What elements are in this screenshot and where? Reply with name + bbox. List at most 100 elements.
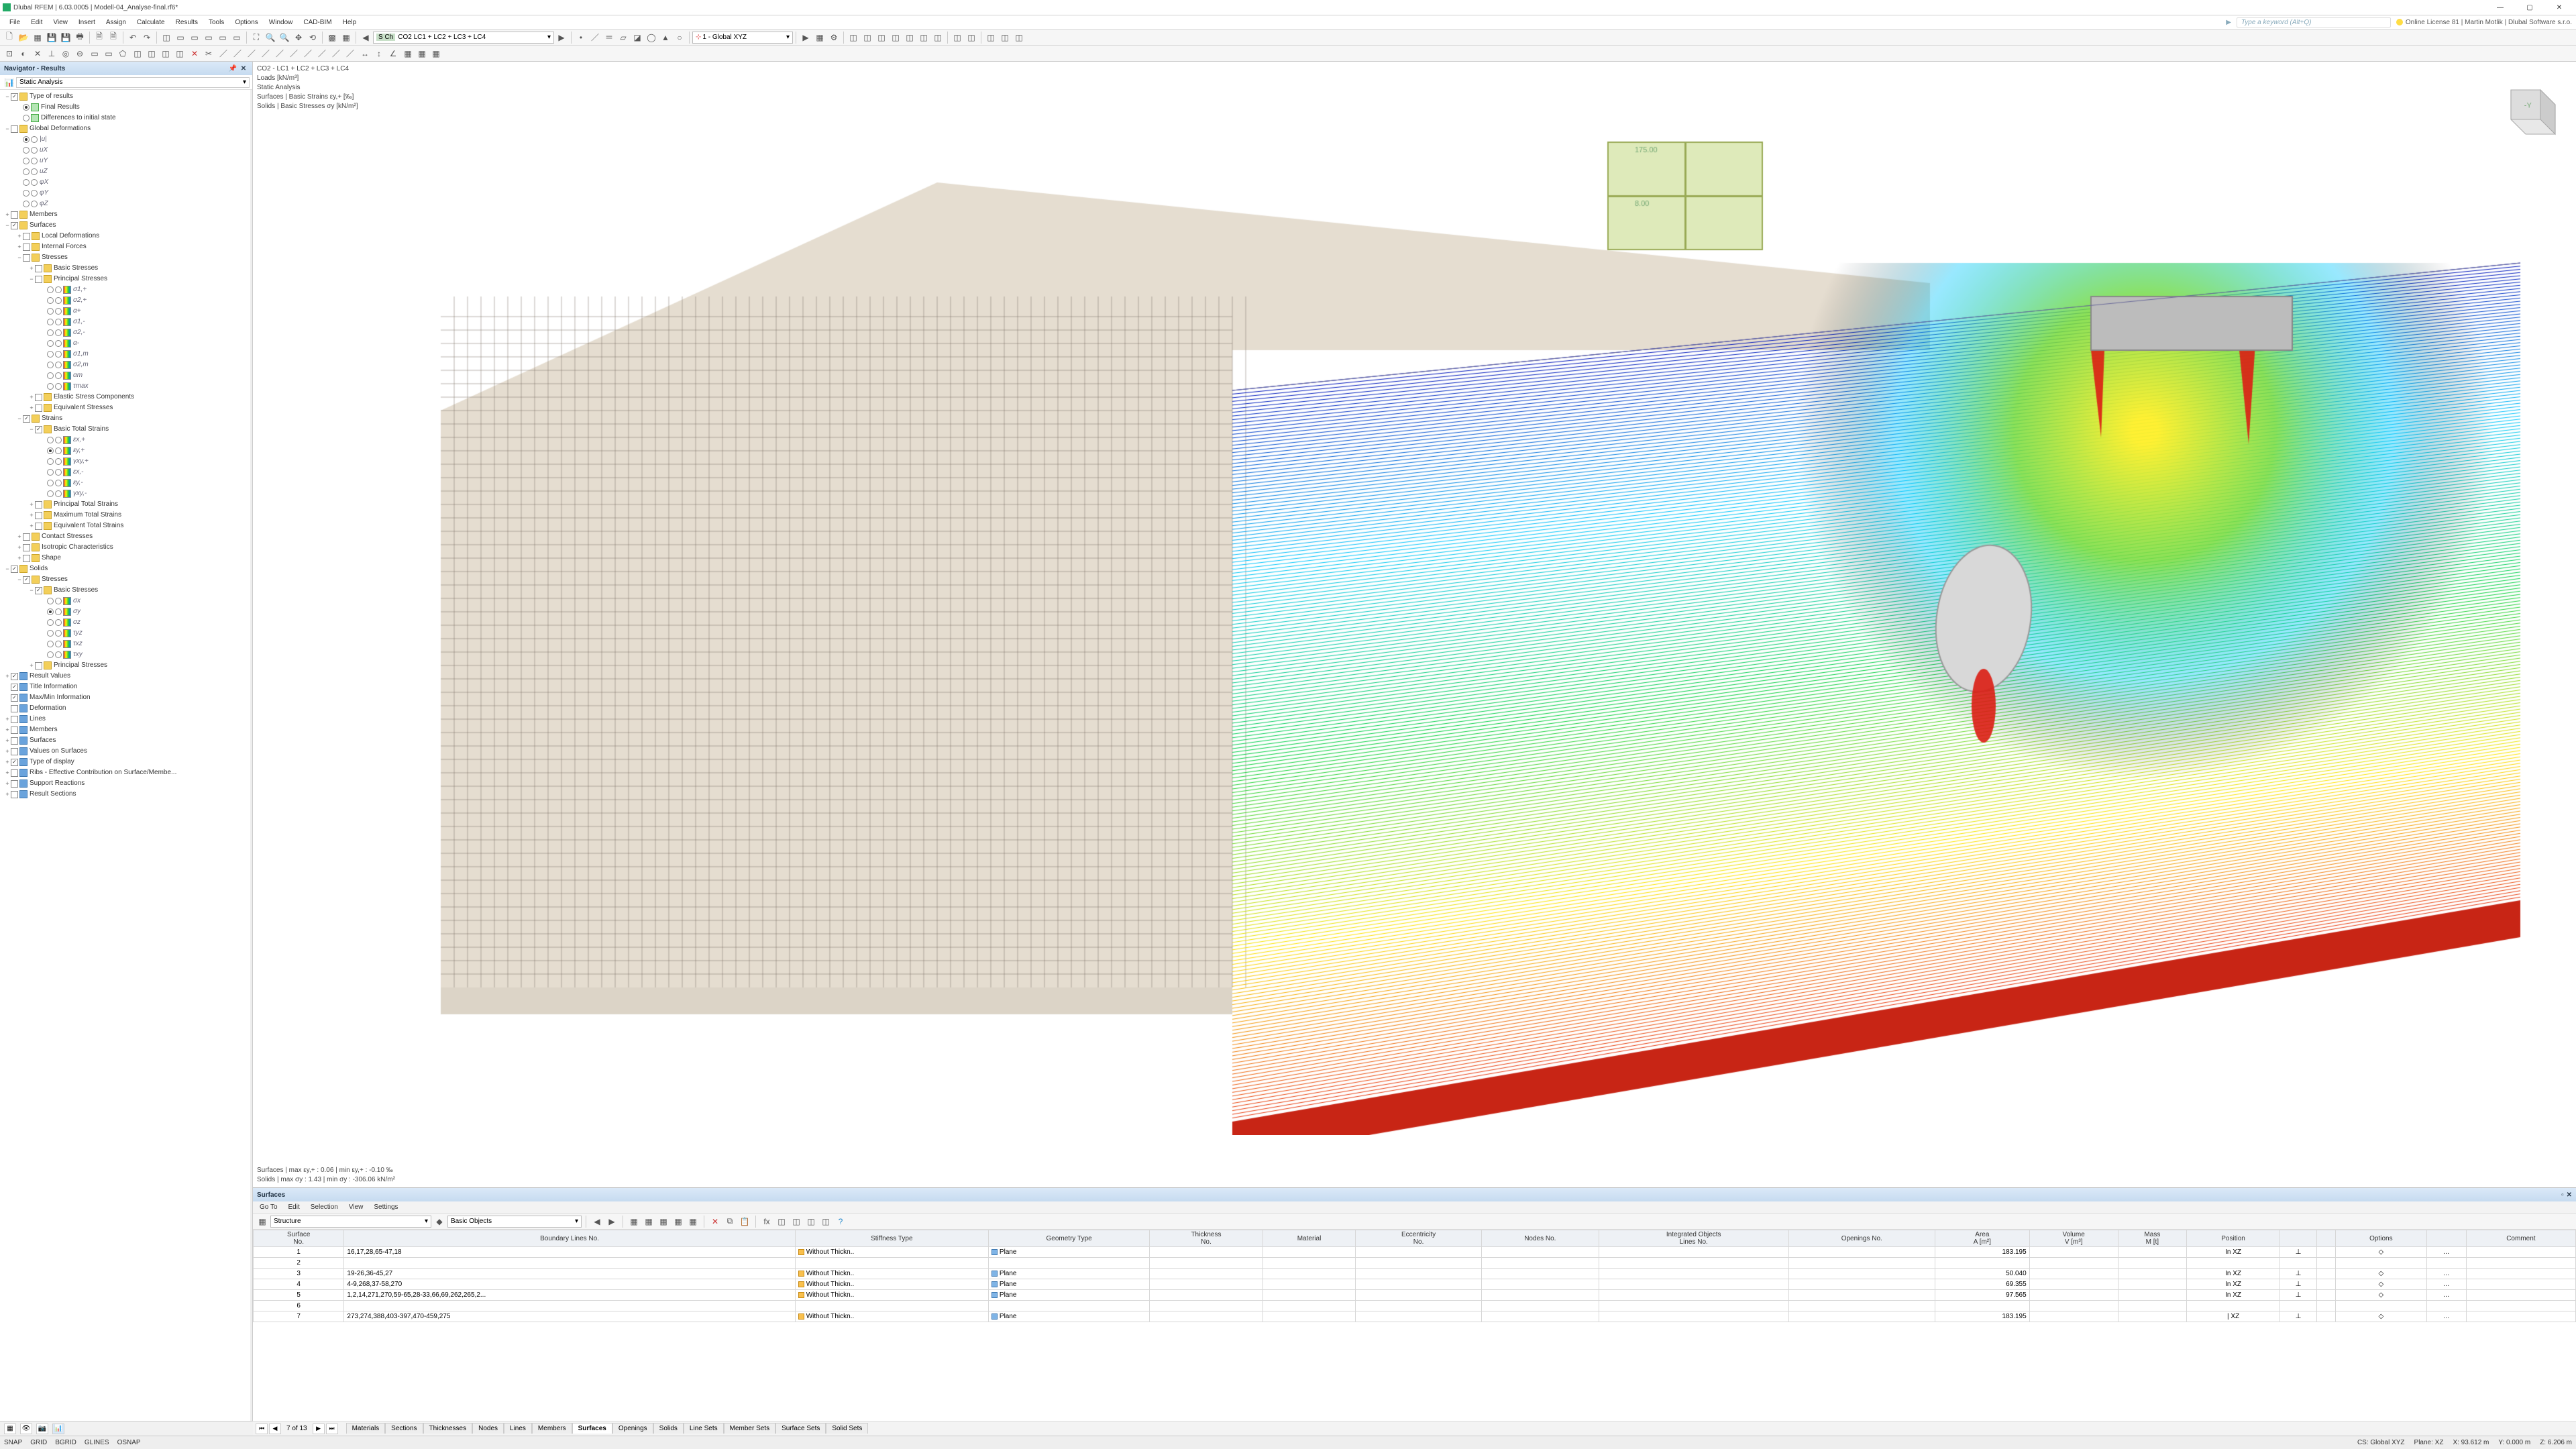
cell[interactable] (344, 1258, 795, 1269)
tree-twisty[interactable]: + (16, 532, 23, 541)
tree-radio[interactable] (23, 168, 30, 175)
pt-i-icon[interactable]: ◫ (804, 1215, 818, 1228)
cell[interactable]: Plane (988, 1247, 1149, 1258)
tree-radio-2[interactable] (55, 641, 62, 647)
cell[interactable] (2279, 1258, 2316, 1269)
cell[interactable] (1263, 1247, 1356, 1258)
col-header[interactable]: AreaA [m²] (1935, 1230, 2030, 1247)
tree-label[interactable]: σ1,- (72, 317, 85, 327)
tree-label[interactable]: |u| (39, 135, 47, 144)
report2-icon[interactable]: 🗎 (107, 31, 120, 44)
tree-label[interactable]: Result Values (29, 672, 70, 681)
cell[interactable]: ◇ (2336, 1269, 2426, 1279)
tree-radio-2[interactable] (31, 158, 38, 164)
cell[interactable] (1788, 1311, 1935, 1322)
menu-help[interactable]: Help (337, 17, 362, 28)
calc-icon[interactable]: ▶ (799, 31, 812, 44)
trim-icon[interactable]: ✂ (202, 47, 215, 60)
cell[interactable]: ◇ (2336, 1290, 2426, 1301)
tree-checkbox[interactable] (35, 405, 42, 412)
col-header[interactable]: Boundary Lines No. (344, 1230, 795, 1247)
cell[interactable]: 183.195 (1935, 1247, 2030, 1258)
cell[interactable] (2029, 1258, 2118, 1269)
pt-prev-icon[interactable]: ◀ (590, 1215, 604, 1228)
tree-twisty[interactable]: + (4, 714, 11, 724)
cell[interactable] (2466, 1301, 2575, 1311)
col-header[interactable]: Position (2187, 1230, 2280, 1247)
col-header[interactable]: ThicknessNo. (1150, 1230, 1263, 1247)
tree-checkbox[interactable] (35, 276, 42, 283)
load-next-icon[interactable]: ▶ (555, 31, 568, 44)
tree-label[interactable]: Lines (29, 714, 46, 724)
tree-twisty[interactable]: + (4, 210, 11, 219)
xy-view-icon[interactable]: ▭ (174, 31, 187, 44)
tree-radio-2[interactable] (55, 340, 62, 347)
cell[interactable]: ⊥ (2279, 1269, 2316, 1279)
panel-tab-nodes[interactable]: Nodes (472, 1423, 504, 1434)
pt-j-icon[interactable]: ◫ (819, 1215, 833, 1228)
cell[interactable] (988, 1301, 1149, 1311)
tree-label[interactable]: α- (72, 339, 79, 348)
tree-label[interactable]: αm (72, 371, 83, 380)
cell[interactable] (1356, 1290, 1481, 1301)
panel-tab-membersets[interactable]: Member Sets (724, 1423, 775, 1434)
tb-j-icon[interactable]: ◫ (984, 31, 998, 44)
tree-label[interactable]: α+ (72, 307, 81, 316)
saveas-icon[interactable]: 💾 (59, 31, 72, 44)
tree-label[interactable]: Ribs - Effective Contribution on Surface… (29, 768, 176, 777)
cell[interactable] (2118, 1247, 2187, 1258)
cell[interactable]: 4-9,268,37-58,270 (344, 1279, 795, 1290)
panel-tab-openings[interactable]: Openings (612, 1423, 653, 1434)
snap-mid-icon[interactable]: ◐ (17, 47, 30, 60)
tree-radio[interactable] (47, 340, 54, 347)
cell[interactable]: 97.565 (1935, 1290, 2030, 1301)
tree-label[interactable]: Basic Stresses (53, 264, 98, 273)
snap-perp-icon[interactable]: ⊥ (45, 47, 58, 60)
tree-checkbox[interactable] (11, 211, 18, 219)
cell[interactable] (2317, 1290, 2336, 1301)
cell[interactable] (2466, 1258, 2575, 1269)
menu-tools[interactable]: Tools (203, 17, 229, 28)
cell[interactable] (1263, 1290, 1356, 1301)
tree-radio-2[interactable] (31, 168, 38, 175)
misc1-icon[interactable]: ▦ (401, 47, 415, 60)
tree-checkbox[interactable] (11, 705, 18, 712)
tree-checkbox[interactable] (11, 791, 18, 798)
cell[interactable] (1356, 1301, 1481, 1311)
misc3-icon[interactable]: ▦ (429, 47, 443, 60)
menu-window[interactable]: Window (264, 17, 299, 28)
support-icon[interactable]: ▲ (659, 31, 672, 44)
tree-twisty[interactable]: − (4, 221, 11, 230)
tree-twisty[interactable]: + (28, 403, 35, 413)
cell[interactable] (1481, 1258, 1599, 1269)
tree-checkbox[interactable] (11, 780, 18, 788)
tree-radio-2[interactable] (55, 372, 62, 379)
tree-checkbox[interactable] (23, 544, 30, 551)
hinge-icon[interactable]: ○ (673, 31, 686, 44)
tree-radio-2[interactable] (55, 308, 62, 315)
struct-icon[interactable]: ▦ (256, 1215, 269, 1228)
tree-twisty[interactable]: + (28, 511, 35, 520)
tree-radio[interactable] (47, 362, 54, 368)
sel-window-icon[interactable]: ▭ (88, 47, 101, 60)
panel-tab-solids[interactable]: Solids (653, 1423, 684, 1434)
panel-menu-edit[interactable]: Edit (284, 1203, 304, 1212)
wire-icon[interactable]: ▦ (339, 31, 353, 44)
tree-checkbox[interactable] (23, 576, 30, 584)
pt-c-icon[interactable]: ▦ (657, 1215, 670, 1228)
tree-label[interactable]: τmax (72, 382, 89, 391)
cell[interactable] (2426, 1301, 2466, 1311)
cell[interactable] (1599, 1279, 1788, 1290)
tree-radio[interactable] (47, 297, 54, 304)
cell[interactable] (1263, 1311, 1356, 1322)
panel-menu-settings[interactable]: Settings (370, 1203, 402, 1212)
panel-tab-sections[interactable]: Sections (385, 1423, 423, 1434)
tree-label[interactable]: εx,- (72, 468, 84, 477)
cell[interactable]: ◇ (2336, 1279, 2426, 1290)
opening-icon[interactable]: ◯ (645, 31, 658, 44)
nav-tab-views-icon[interactable]: 📷 (36, 1424, 48, 1434)
cell[interactable] (1599, 1301, 1788, 1311)
tree-label[interactable]: γxy,- (72, 489, 87, 498)
undo-icon[interactable]: ↶ (126, 31, 140, 44)
tree-radio[interactable] (47, 308, 54, 315)
